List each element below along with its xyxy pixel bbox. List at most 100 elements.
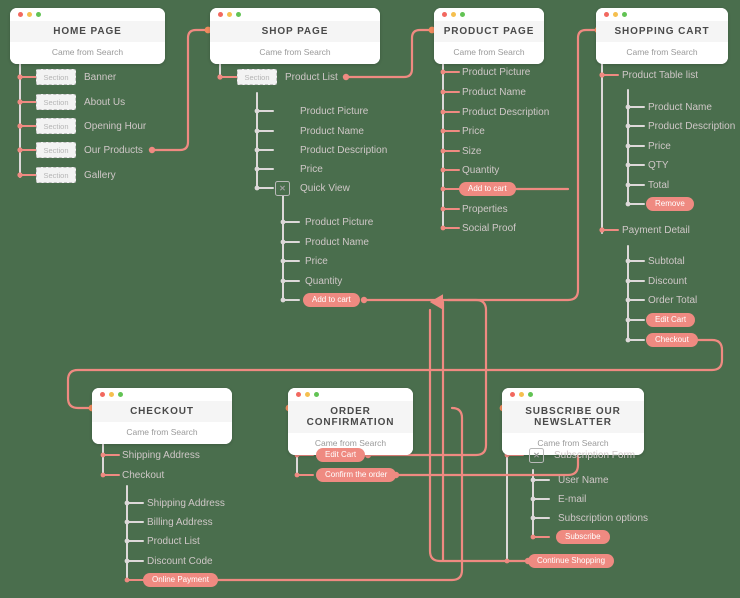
continue-shopping-button[interactable]: Continue Shopping: [528, 554, 615, 568]
window-titlebar: [210, 8, 380, 21]
tree-label: Quantity: [305, 276, 343, 287]
confirm-order-button[interactable]: Confirm the order: [316, 468, 397, 482]
close-icon[interactable]: [442, 12, 447, 17]
tree-label: Discount Code: [147, 556, 213, 567]
tree-label: Product Name: [305, 237, 369, 248]
window-titlebar: [10, 8, 165, 21]
tree-label: Gallery: [84, 170, 116, 181]
section-box: Section: [36, 142, 76, 158]
section-box: Section: [36, 94, 76, 110]
page-title: HOME PAGE: [10, 21, 165, 42]
page-title: SUBSCRIBE OUR NEWSLATTER: [502, 401, 644, 433]
minimize-icon[interactable]: [227, 12, 232, 17]
page-subtitle: Came from Search: [434, 42, 544, 64]
tree-group-label: Payment Detail: [622, 225, 690, 236]
remove-button[interactable]: Remove: [646, 197, 694, 211]
tree-label: Product Picture: [305, 217, 374, 228]
tree-label: Billing Address: [147, 517, 213, 528]
tree-label: Order Total: [648, 295, 698, 306]
tree-label: Shipping Address: [122, 450, 200, 461]
window-shop-page[interactable]: SHOP PAGE Came from Search: [210, 8, 380, 64]
online-payment-button[interactable]: Online Payment: [143, 573, 218, 587]
tree-label: Discount: [648, 276, 687, 287]
window-titlebar: [502, 388, 644, 401]
tree-label: Checkout: [122, 470, 165, 481]
window-titlebar: [596, 8, 728, 21]
page-subtitle: Came from Search: [92, 422, 232, 444]
window-titlebar: [92, 388, 232, 401]
tree-label: Product Name: [462, 87, 526, 98]
tree-label: QTY: [648, 160, 669, 171]
tree-label: Product Name: [300, 126, 364, 137]
section-box: Section: [36, 69, 76, 85]
tree-label: Quantity: [462, 165, 500, 176]
minimize-icon[interactable]: [27, 12, 32, 17]
window-subscribe-newsletter[interactable]: SUBSCRIBE OUR NEWSLATTER Came from Searc…: [502, 388, 644, 455]
edit-cart-button[interactable]: Edit Cart: [646, 313, 696, 327]
maximize-icon[interactable]: [314, 392, 319, 397]
tree-label: Our Products: [84, 145, 143, 156]
tree-label: Subscription options: [558, 513, 649, 524]
add-to-cart-button[interactable]: Add to cart: [303, 293, 360, 307]
tree-label: Product List: [147, 536, 200, 547]
checkout-button[interactable]: Checkout: [646, 333, 698, 347]
close-icon[interactable]: [218, 12, 223, 17]
tree-label: Social Proof: [462, 223, 516, 234]
page-title: SHOPPING CART: [596, 21, 728, 42]
section-box: Section: [36, 167, 76, 183]
tree-label: Product Picture: [462, 67, 531, 78]
tree-label: Shipping Address: [147, 498, 225, 509]
page-subtitle: Came from Search: [596, 42, 728, 64]
maximize-icon[interactable]: [36, 12, 41, 17]
minimize-icon[interactable]: [613, 12, 618, 17]
subscribe-button[interactable]: Subscribe: [556, 530, 610, 544]
tree-label: Subscription Form: [554, 450, 636, 461]
page-subtitle: Came from Search: [210, 42, 380, 64]
page-title: PRODUCT PAGE: [434, 21, 544, 42]
tree-label: Product Description: [300, 145, 388, 156]
page-title: ORDER CONFIRMATION: [288, 401, 413, 433]
minimize-icon[interactable]: [109, 392, 114, 397]
close-icon[interactable]: [510, 392, 515, 397]
minimize-icon[interactable]: [451, 12, 456, 17]
tree-label: Product List: [285, 72, 338, 83]
edit-cart-button[interactable]: Edit Cart: [316, 448, 366, 462]
window-titlebar: [288, 388, 413, 401]
checkbox-icon[interactable]: ✕: [529, 448, 544, 463]
window-checkout[interactable]: CHECKOUT Came from Search: [92, 388, 232, 444]
window-home-page[interactable]: HOME PAGE Came from Search: [10, 8, 165, 64]
maximize-icon[interactable]: [622, 12, 627, 17]
tree-label: Price: [462, 126, 485, 137]
tree-label: Total: [648, 180, 670, 191]
checkbox-icon[interactable]: ✕: [275, 181, 290, 196]
tree-label: Product Picture: [300, 106, 369, 117]
tree-label: Product Description: [462, 107, 550, 118]
tree-label: Properties: [462, 204, 508, 215]
maximize-icon[interactable]: [460, 12, 465, 17]
maximize-icon[interactable]: [236, 12, 241, 17]
maximize-icon[interactable]: [528, 392, 533, 397]
window-order-confirmation[interactable]: ORDER CONFIRMATION Came from Search: [288, 388, 413, 455]
tree-label: Quick View: [300, 183, 350, 194]
close-icon[interactable]: [296, 392, 301, 397]
window-product-page[interactable]: PRODUCT PAGE Came from Search: [434, 8, 544, 64]
tree-label: User Name: [558, 475, 609, 486]
maximize-icon[interactable]: [118, 392, 123, 397]
tree-label: Price: [648, 141, 671, 152]
minimize-icon[interactable]: [305, 392, 310, 397]
page-title: CHECKOUT: [92, 401, 232, 422]
close-icon[interactable]: [100, 392, 105, 397]
close-icon[interactable]: [604, 12, 609, 17]
tree-label: Price: [300, 164, 323, 175]
window-shopping-cart[interactable]: SHOPPING CART Came from Search: [596, 8, 728, 64]
minimize-icon[interactable]: [519, 392, 524, 397]
close-icon[interactable]: [18, 12, 23, 17]
add-to-cart-button[interactable]: Add to cart: [459, 182, 516, 196]
tree-label: Product Description: [648, 121, 736, 132]
tree-label: Subtotal: [648, 256, 685, 267]
section-box: Section: [237, 69, 277, 85]
page-subtitle: Came from Search: [10, 42, 165, 64]
connector-layer: [17, 26, 724, 584]
section-box: Section: [36, 118, 76, 134]
tree-label: Banner: [84, 72, 117, 83]
